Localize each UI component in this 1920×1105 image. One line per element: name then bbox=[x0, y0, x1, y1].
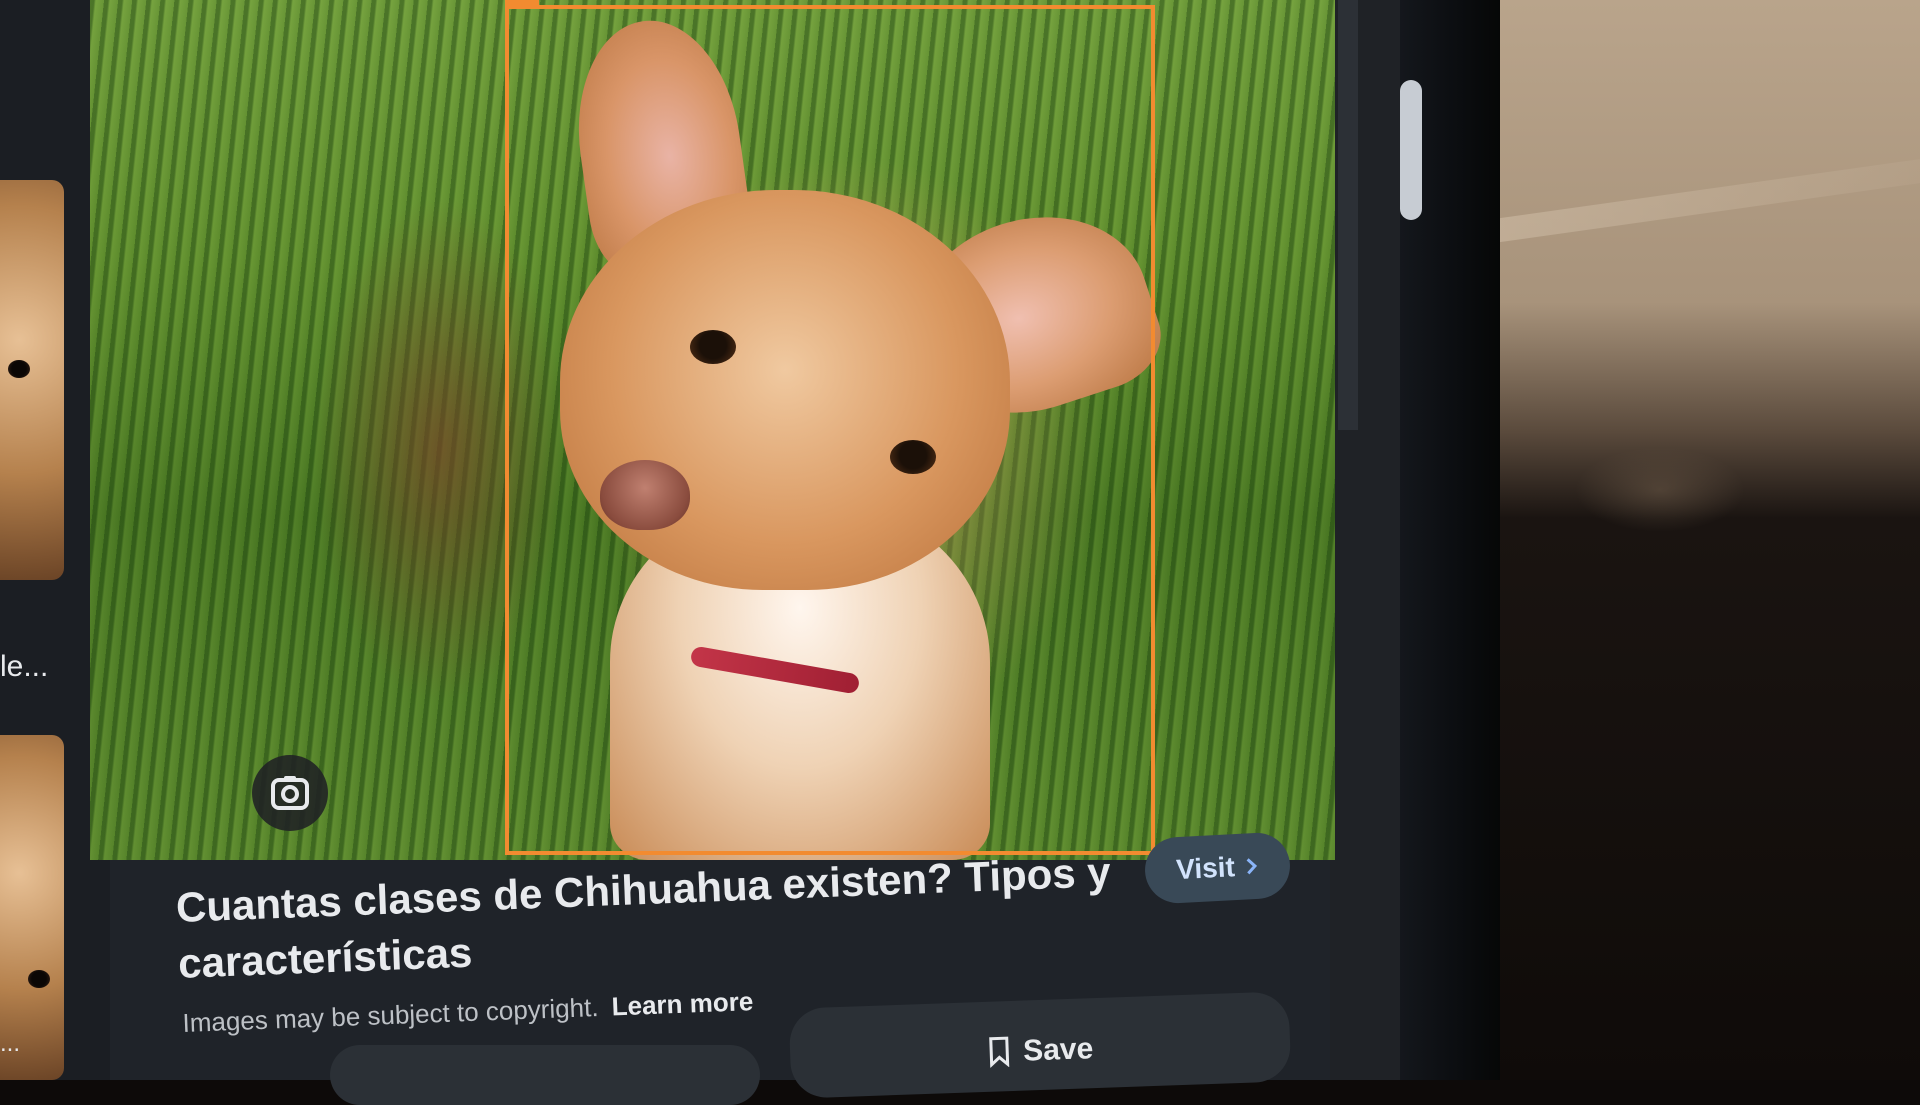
scrollbar-thumb[interactable] bbox=[1400, 80, 1422, 220]
share-button[interactable] bbox=[330, 1045, 760, 1105]
lens-icon bbox=[271, 776, 309, 810]
save-button[interactable]: Save bbox=[788, 991, 1292, 1099]
thumbnail-eye bbox=[8, 360, 30, 378]
thumbnail-caption[interactable]: ... bbox=[0, 1030, 20, 1058]
visit-button[interactable]: Visit bbox=[1143, 831, 1292, 905]
save-label: Save bbox=[1022, 1032, 1094, 1068]
thumbnail-image[interactable] bbox=[0, 735, 64, 1080]
chevron-right-icon bbox=[1246, 858, 1257, 875]
bookmark-icon bbox=[989, 1036, 1010, 1068]
selection-box[interactable] bbox=[505, 5, 1155, 855]
screen: le... ... Cuantas clases de Chihuahua ex… bbox=[0, 0, 1422, 1105]
visit-label: Visit bbox=[1175, 851, 1236, 886]
scrollbar-track[interactable] bbox=[1338, 0, 1358, 430]
room-background bbox=[1480, 0, 1920, 1080]
learn-more-link[interactable]: Learn more bbox=[611, 986, 754, 1021]
thumbnail-caption[interactable]: le... bbox=[0, 650, 48, 684]
lens-search-button[interactable] bbox=[252, 755, 328, 831]
thumbnail-image[interactable] bbox=[0, 180, 64, 580]
thumbnail-eye bbox=[28, 970, 50, 988]
